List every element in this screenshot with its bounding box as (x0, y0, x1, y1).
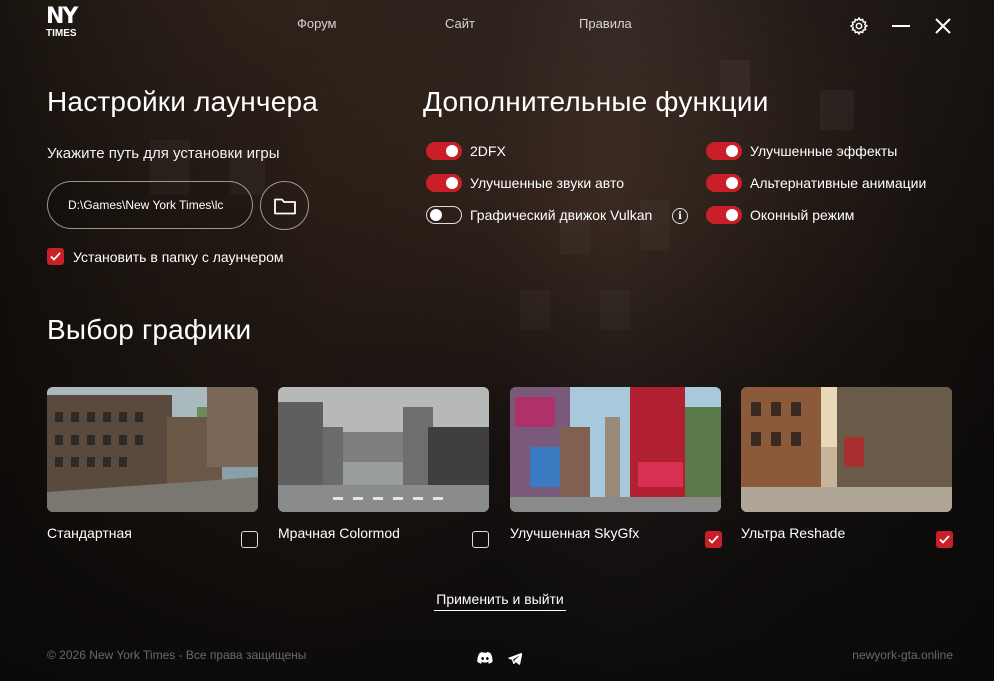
toggle-windowed-mode-label: Оконный режим (750, 207, 855, 223)
toggle-2dfx-label: 2DFX (470, 143, 506, 159)
minimize-button[interactable] (890, 14, 912, 38)
toggle-alternative-animations-label: Альтернативные анимации (750, 175, 927, 191)
graphics-option-skygfx-image[interactable] (510, 387, 721, 512)
toggle-windowed-mode[interactable] (706, 206, 742, 224)
gear-icon (849, 16, 869, 36)
minimize-icon (892, 25, 910, 27)
install-in-launcher-folder-label: Установить в папку с лаунчером (73, 249, 284, 265)
graphics-option-colormod-title: Мрачная Colormod (278, 525, 400, 541)
nav-site-link[interactable]: Сайт (445, 16, 475, 31)
launcher-settings-title: Настройки лаунчера (47, 86, 319, 117)
check-icon (50, 252, 61, 261)
top-nav: Форум Сайт Правила (0, 16, 994, 36)
discord-link[interactable] (477, 651, 495, 667)
toggle-improved-car-sounds-label: Улучшенные звуки авто (470, 175, 624, 191)
graphics-title: Выбор графики (47, 314, 252, 345)
nav-rules-link[interactable]: Правила (579, 16, 632, 31)
check-icon (939, 535, 950, 544)
close-icon (935, 18, 951, 34)
graphics-option-reshade-checkbox[interactable] (936, 531, 953, 548)
install-path-label: Укажите путь для установки игры (47, 145, 280, 162)
graphics-option-colormod-image[interactable] (278, 387, 489, 512)
toggle-vulkan[interactable] (426, 206, 462, 224)
graphics-option-standard-title: Стандартная (47, 525, 132, 541)
nav-forum-link[interactable]: Форум (297, 16, 337, 31)
close-button[interactable] (932, 14, 954, 38)
graphics-option-colormod-checkbox[interactable] (472, 531, 489, 548)
graphics-option-standard-image[interactable] (47, 387, 258, 512)
toggle-improved-effects-label: Улучшенные эффекты (750, 143, 898, 159)
toggle-improved-effects[interactable] (706, 142, 742, 160)
install-in-launcher-folder-checkbox[interactable] (47, 248, 64, 265)
settings-button[interactable] (847, 14, 871, 38)
graphics-option-standard-checkbox[interactable] (241, 531, 258, 548)
graphics-option-reshade-title: Ультра Reshade (741, 525, 846, 541)
toggle-alternative-animations[interactable] (706, 174, 742, 192)
footer-site-link[interactable]: newyork-gta.online (852, 648, 953, 662)
toggle-vulkan-label: Графический движок Vulkan (470, 207, 653, 223)
telegram-icon (508, 652, 523, 665)
toggle-2dfx[interactable] (426, 142, 462, 160)
check-icon (708, 535, 719, 544)
install-path-input[interactable] (47, 181, 253, 229)
footer-copyright: © 2026 New York Times - Все права защище… (47, 648, 307, 662)
telegram-link[interactable] (508, 652, 524, 666)
graphics-option-skygfx-checkbox[interactable] (705, 531, 722, 548)
graphics-option-reshade-image[interactable] (741, 387, 952, 512)
toggle-improved-car-sounds[interactable] (426, 174, 462, 192)
apply-and-exit-button[interactable]: Применить и выйти (434, 591, 566, 611)
graphics-option-skygfx-title: Улучшенная SkyGfx (510, 525, 640, 541)
discord-icon (477, 652, 493, 664)
browse-folder-button[interactable] (260, 181, 309, 230)
info-icon[interactable]: i (672, 208, 688, 224)
folder-icon (273, 198, 296, 214)
extra-functions-title: Дополнительные функции (423, 86, 769, 117)
